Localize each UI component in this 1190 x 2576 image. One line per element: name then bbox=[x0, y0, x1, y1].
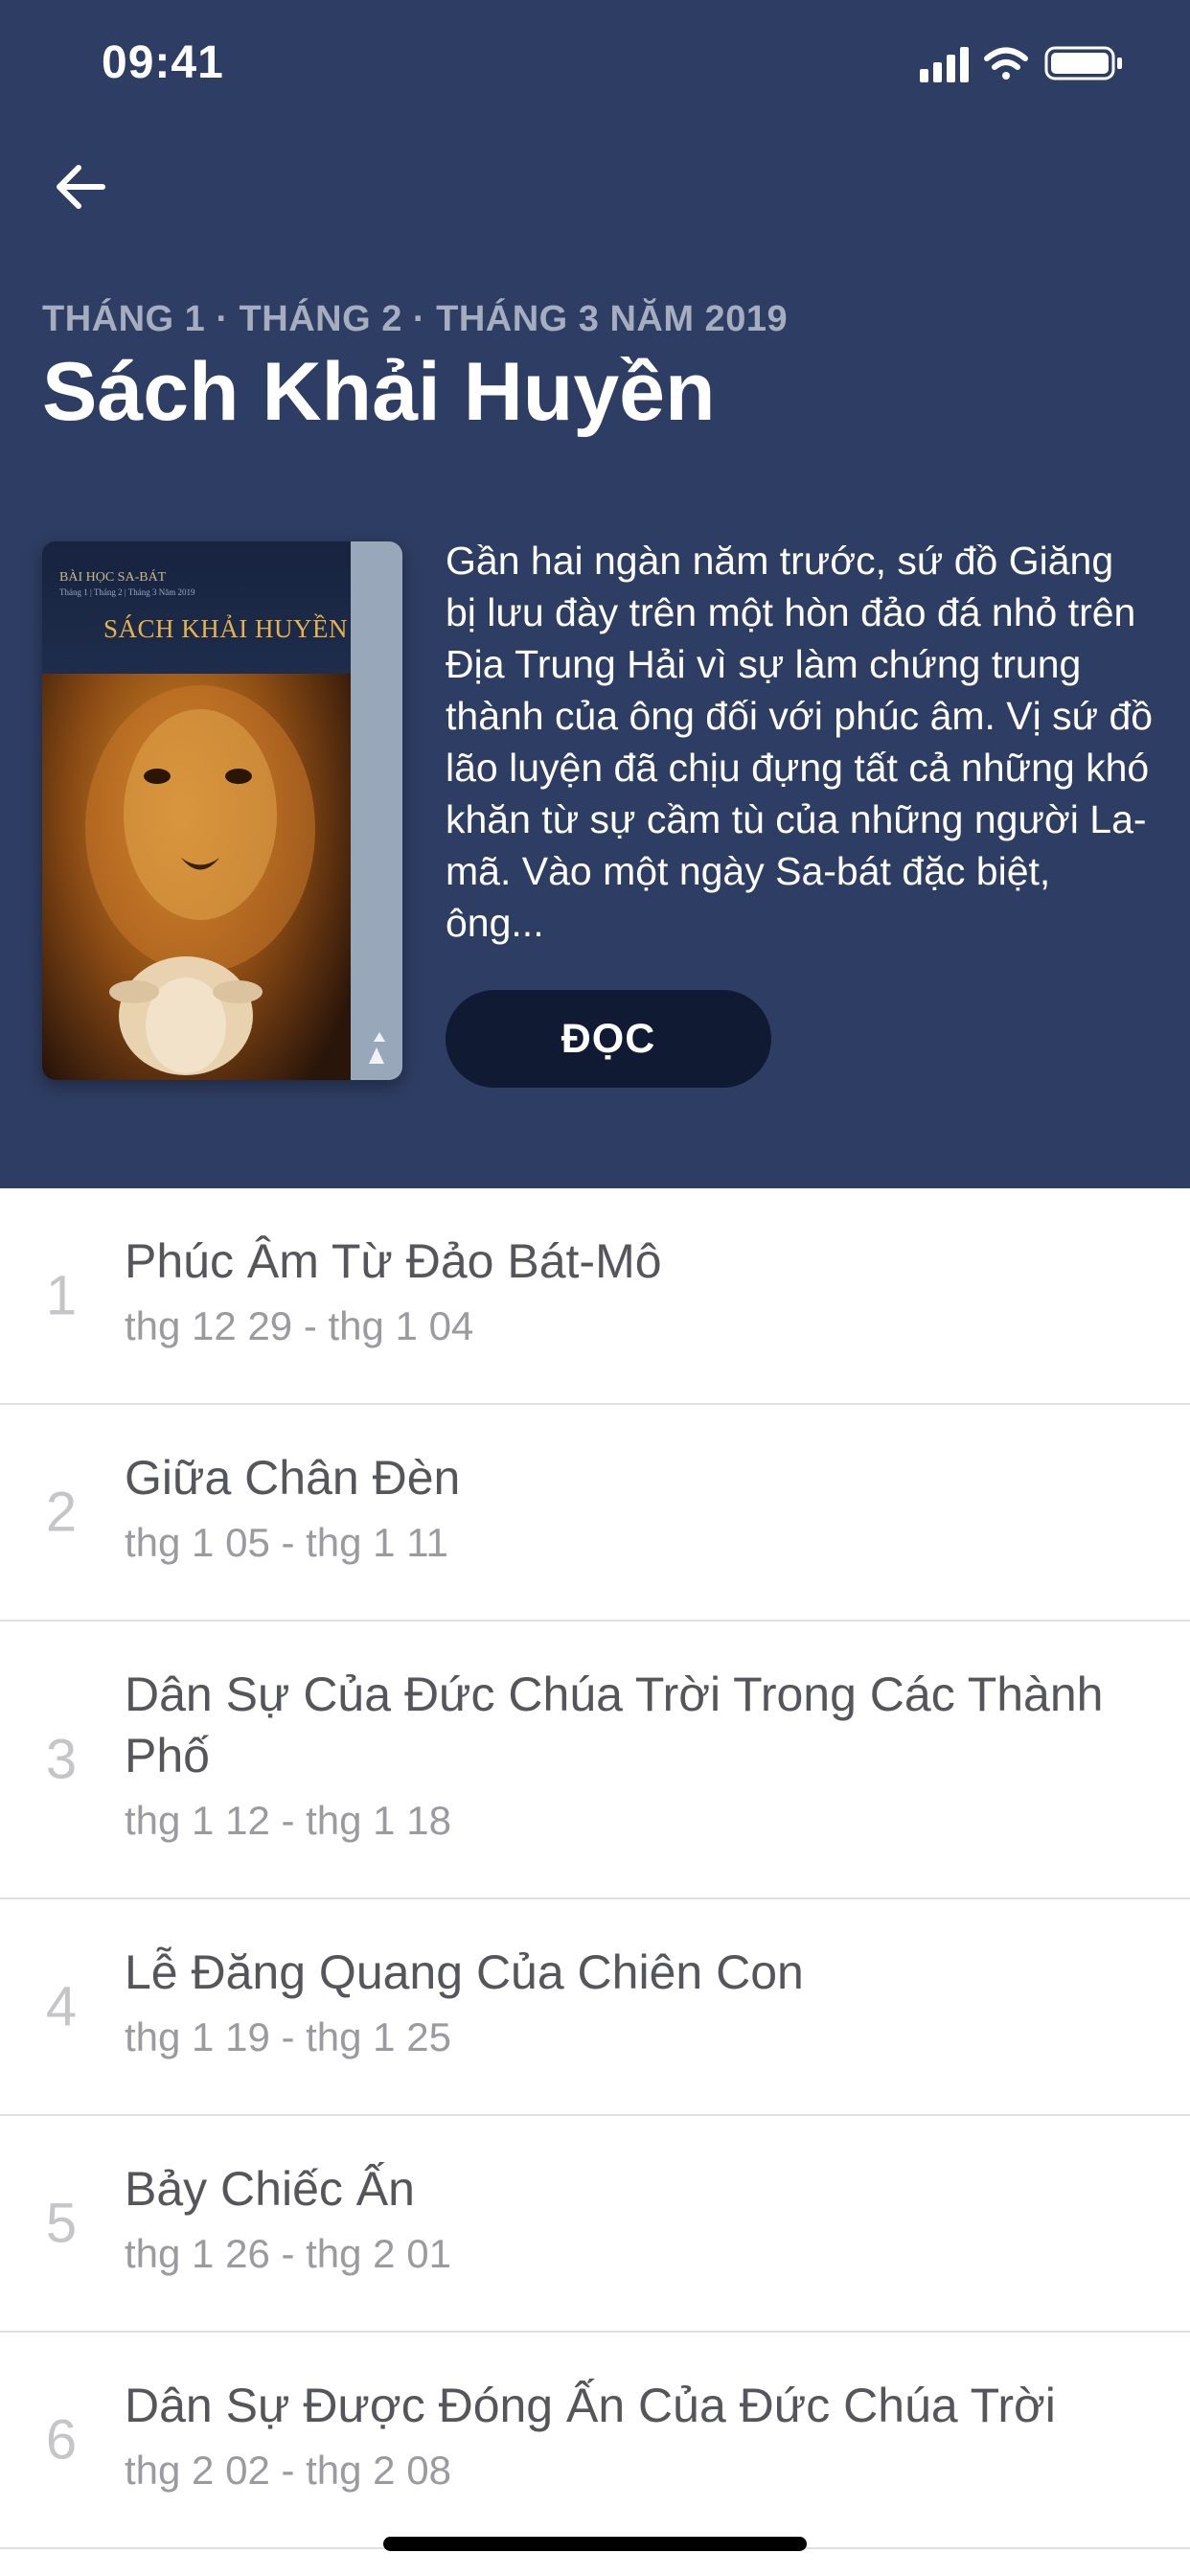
arrow-left-icon bbox=[57, 165, 105, 209]
back-button[interactable] bbox=[48, 153, 115, 220]
book-cover: BÀI HỌC SA-BÁT Tháng 1 | Tháng 2 | Tháng… bbox=[42, 541, 402, 1080]
lesson-item[interactable]: 3 Dân Sự Của Đức Chúa Trời Trong Các Thà… bbox=[0, 1622, 1190, 1899]
lesson-number: 1 bbox=[45, 1264, 78, 1327]
lesson-item[interactable]: 1 Phúc Âm Từ Đảo Bát-Mô thg 12 29 - thg … bbox=[0, 1188, 1190, 1405]
lesson-item[interactable]: 6 Dân Sự Được Đóng Ấn Của Đức Chúa Trời … bbox=[0, 2333, 1190, 2549]
lesson-date: thg 1 19 - thg 1 25 bbox=[125, 2014, 451, 2059]
lesson-title: Dân Sự Của Đức Chúa Trời Trong Các Thành… bbox=[125, 1668, 1104, 1782]
wifi-icon bbox=[984, 47, 1028, 80]
lesson-title: Dân Sự Được Đóng Ấn Của Đức Chúa Trời bbox=[125, 2379, 1056, 2432]
lesson-date: thg 1 26 - thg 2 01 bbox=[125, 2231, 451, 2276]
cover-kicker: BÀI HỌC SA-BÁT bbox=[59, 570, 167, 585]
lesson-number: 3 bbox=[45, 1728, 78, 1791]
lesson-item[interactable]: 2 Giữa Chân Đèn thg 1 05 - thg 1 11 bbox=[0, 1405, 1190, 1622]
battery-icon bbox=[1044, 46, 1122, 80]
lesson-title: Bảy Chiếc Ấn bbox=[125, 2162, 415, 2216]
lesson-body: Bảy Chiếc Ấn thg 1 26 - thg 2 01 bbox=[125, 2158, 1152, 2279]
lesson-item[interactable]: 4 Lễ Đăng Quang Của Chiên Con thg 1 19 -… bbox=[0, 1899, 1190, 2116]
lesson-title: Lễ Đăng Quang Của Chiên Con bbox=[125, 1945, 804, 1999]
lesson-date: thg 2 02 - thg 2 08 bbox=[125, 2448, 451, 2493]
lesson-body: Giữa Chân Đèn thg 1 05 - thg 1 11 bbox=[125, 1447, 1152, 1568]
status-icons bbox=[920, 42, 1127, 84]
quarterly-header: 09:41 THÁNG 1 · THÁNG 2 · THÁNG 3 NĂM 20… bbox=[0, 0, 1190, 1188]
lesson-date: thg 1 05 - thg 1 11 bbox=[125, 1520, 448, 1565]
lesson-date: thg 12 29 - thg 1 04 bbox=[125, 1303, 474, 1348]
lesson-number: 4 bbox=[45, 1975, 78, 2038]
lesson-body: Dân Sự Của Đức Chúa Trời Trong Các Thành… bbox=[125, 1664, 1152, 1846]
lesson-title: Giữa Chân Đèn bbox=[125, 1451, 461, 1505]
lesson-number: 2 bbox=[45, 1481, 78, 1544]
cover-subtitle: Tháng 1 | Tháng 2 | Tháng 3 Năm 2019 bbox=[59, 587, 195, 597]
lesson-body: Dân Sự Được Đóng Ấn Của Đức Chúa Trời th… bbox=[125, 2375, 1152, 2496]
quarter-period: THÁNG 1 · THÁNG 2 · THÁNG 3 NĂM 2019 bbox=[42, 299, 789, 339]
lesson-body: Lễ Đăng Quang Của Chiên Con thg 1 19 - t… bbox=[125, 1942, 1152, 2062]
lesson-body: Phúc Âm Từ Đảo Bát-Mô thg 12 29 - thg 1 … bbox=[125, 1230, 1152, 1351]
cover-title: SÁCH KHẢI HUYỀN bbox=[103, 614, 348, 643]
lesson-title: Phúc Âm Từ Đảo Bát-Mô bbox=[125, 1234, 662, 1288]
lesson-item[interactable]: 5 Bảy Chiếc Ấn thg 1 26 - thg 2 01 bbox=[0, 2116, 1190, 2333]
read-button[interactable]: ĐỌC bbox=[446, 990, 771, 1088]
quarterly-description: Gần hai ngàn năm trước, sứ đồ Giăng bị l… bbox=[446, 539, 1154, 945]
page-title: Sách Khải Huyền bbox=[42, 346, 716, 438]
lesson-number: 5 bbox=[45, 2192, 78, 2255]
lesson-date: thg 1 12 - thg 1 18 bbox=[125, 1798, 451, 1843]
home-indicator[interactable] bbox=[383, 2537, 807, 2551]
cellular-signal-icon bbox=[920, 47, 969, 82]
lesson-list: 1 Phúc Âm Từ Đảo Bát-Mô thg 12 29 - thg … bbox=[0, 1188, 1190, 2549]
lesson-number: 6 bbox=[45, 2408, 78, 2472]
status-bar: 09:41 bbox=[0, 0, 1190, 134]
status-time: 09:41 bbox=[102, 37, 224, 88]
